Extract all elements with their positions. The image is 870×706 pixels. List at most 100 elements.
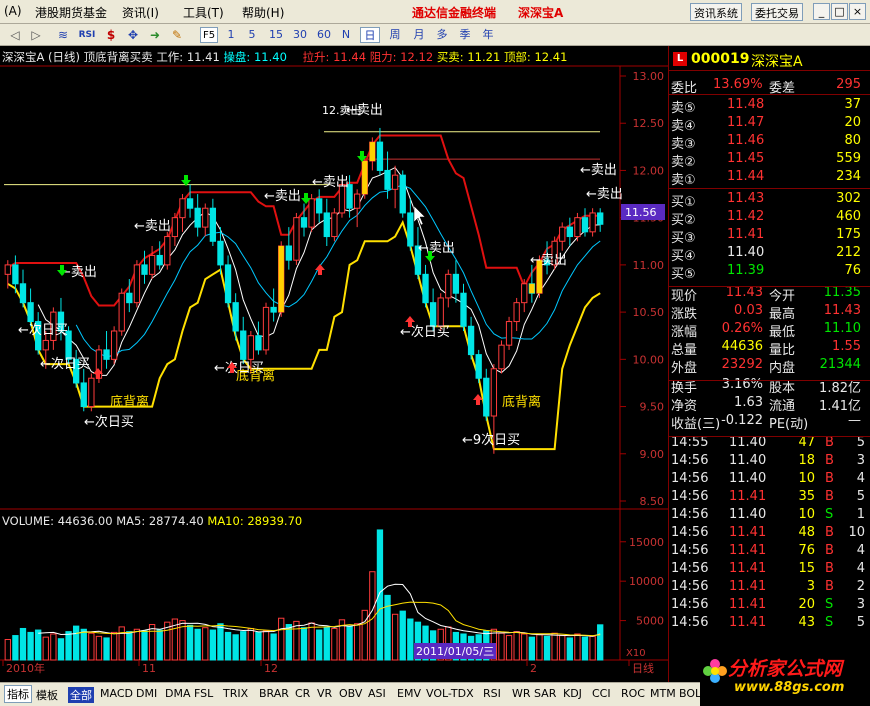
minimize-button[interactable]: _ (813, 3, 830, 20)
tick-count: 10 (848, 525, 865, 540)
menu-item-help[interactable]: 帮助(H) (242, 4, 284, 21)
menu-item-tools[interactable]: 工具(T) (183, 4, 224, 21)
indicator-tab-cci[interactable]: CCI (592, 687, 611, 700)
ma5-value: 28774.40 (148, 514, 204, 528)
period-30[interactable]: 30 (290, 27, 310, 43)
volume-bar (126, 631, 133, 661)
period-week[interactable]: 周 (386, 27, 404, 43)
volume-bar (346, 625, 353, 661)
period-year[interactable]: 年 (479, 27, 497, 43)
tick-side: B (825, 435, 834, 450)
period-1[interactable]: 1 (224, 27, 238, 43)
weibi-value: 13.69% (713, 77, 763, 92)
bottom-divergence-label: 底背离 (110, 394, 149, 410)
tick-price: 11.41 (729, 615, 767, 630)
trade-button[interactable]: 委托交易 (751, 3, 803, 21)
period-multi[interactable]: 多 (433, 27, 451, 43)
menu-item-hk-futures[interactable]: 港股期货基金 (35, 4, 107, 21)
indicator-tab-rsi[interactable]: RSI (483, 687, 501, 700)
stat-row: 总量 44636 量比 1.55 (669, 338, 869, 358)
period-15[interactable]: 15 (266, 27, 286, 43)
indicator-tab-macd[interactable]: MACD (100, 687, 133, 700)
indicator-tab-[interactable]: 全部 (68, 687, 94, 703)
menu-item-info[interactable]: 资讯(I) (122, 4, 159, 21)
indicator-tab-wr[interactable]: WR (512, 687, 531, 700)
back-icon[interactable]: ◁ (6, 27, 24, 43)
bid-volume: 175 (836, 227, 861, 242)
candle-body (103, 349, 110, 360)
bid-row: 买② 11.42 460 (669, 208, 869, 228)
candle-body (270, 306, 277, 313)
kline-chart-area[interactable]: 13.0012.5012.0011.5011.0010.5010.009.509… (0, 46, 668, 682)
volume-bar (57, 638, 65, 661)
indicator-tab-brar[interactable]: BRAR (259, 687, 289, 700)
indicator-tab-fsl[interactable]: FSL (194, 687, 213, 700)
bid-label: 买⑤ (671, 267, 696, 282)
indicator-tab-dma[interactable]: DMA (165, 687, 191, 700)
f5-button[interactable]: F5 (200, 27, 218, 43)
volume-tick-label: 15000 (629, 536, 664, 549)
app-title: 通达信金融终端 (412, 6, 497, 20)
tick-count: 5 (856, 435, 865, 450)
signal-candle (362, 161, 368, 195)
stat-value: 11.35 (823, 285, 861, 300)
period-day[interactable]: 日 (360, 27, 380, 43)
tick-volume: 43 (798, 615, 815, 630)
date-label: 2010年 (6, 661, 45, 675)
menu-item-a[interactable]: (A) (4, 4, 22, 18)
tick-price: 11.40 (729, 453, 767, 468)
indicator-tab-trix[interactable]: TRIX (223, 687, 248, 700)
volume-bar (224, 631, 232, 661)
candle-body (262, 306, 270, 351)
indicator-tab-sar[interactable]: SAR (534, 687, 556, 700)
candle-body (422, 273, 429, 304)
dollar-icon[interactable]: $ (102, 27, 120, 43)
candle-body (293, 217, 300, 261)
quote-separator (669, 188, 870, 189)
volume-bar (551, 632, 558, 661)
tick-price: 11.40 (729, 435, 767, 450)
close-button[interactable]: × (849, 3, 866, 20)
candle-body (224, 264, 232, 304)
indicator-tab-mtm[interactable]: MTM (650, 687, 676, 700)
chart-icon[interactable]: ≋ (54, 27, 72, 43)
indicator-tab-dmi[interactable]: DMI (136, 687, 157, 700)
forward-icon[interactable]: ▷ (27, 27, 45, 43)
indicator-tab-cr[interactable]: CR (295, 687, 310, 700)
ask-row: 卖④ 11.47 20 (669, 114, 869, 134)
indicator-tab-[interactable]: 指标 (4, 685, 32, 703)
indicator-tab-obv[interactable]: OBV (339, 687, 362, 700)
enter-icon[interactable]: ➜ (146, 27, 164, 43)
ask-volume: 559 (836, 151, 861, 166)
stat-row: 涨幅 0.26% 最低 11.10 (669, 320, 869, 340)
sell-signal-label: ←卖出 (586, 187, 623, 202)
indicator-tab-asi[interactable]: ASI (368, 687, 386, 700)
indicator-tab-roc[interactable]: ROC (621, 687, 645, 700)
indicator-tab-emv[interactable]: EMV (397, 687, 421, 700)
period-season[interactable]: 季 (456, 27, 474, 43)
candle-body (384, 169, 391, 190)
volume-bar (300, 627, 308, 661)
volume-bar (247, 627, 254, 661)
next-day-buy-label: ←次日买 (84, 414, 134, 430)
indicator-tab-vr[interactable]: VR (317, 687, 332, 700)
indicator-tab-kdj[interactable]: KDJ (563, 687, 582, 700)
period-60[interactable]: 60 (314, 27, 334, 43)
price-tick-label: 8.50 (640, 495, 665, 508)
indicator-tab-[interactable]: 模板 (36, 687, 58, 703)
volume-bar (12, 635, 19, 661)
candle-body (217, 240, 224, 266)
pen-icon[interactable]: ✎ (168, 27, 186, 43)
maximize-button[interactable]: □ (831, 3, 848, 20)
move-icon[interactable]: ✥ (124, 27, 142, 43)
period-n[interactable]: N (338, 27, 354, 43)
info-system-button[interactable]: 资讯系统 (690, 3, 742, 21)
period-month[interactable]: 月 (410, 27, 428, 43)
candle-body (12, 264, 19, 285)
kline-svg[interactable]: 13.0012.5012.0011.5011.0010.5010.009.509… (0, 46, 668, 682)
period-5[interactable]: 5 (245, 27, 259, 43)
indicator-tab-voltdx[interactable]: VOL-TDX (426, 687, 474, 700)
volume-bar (50, 633, 57, 661)
rsi-icon[interactable]: RSI (76, 27, 98, 43)
tick-row: 14:56 11.41 3 B 2 (669, 578, 869, 596)
